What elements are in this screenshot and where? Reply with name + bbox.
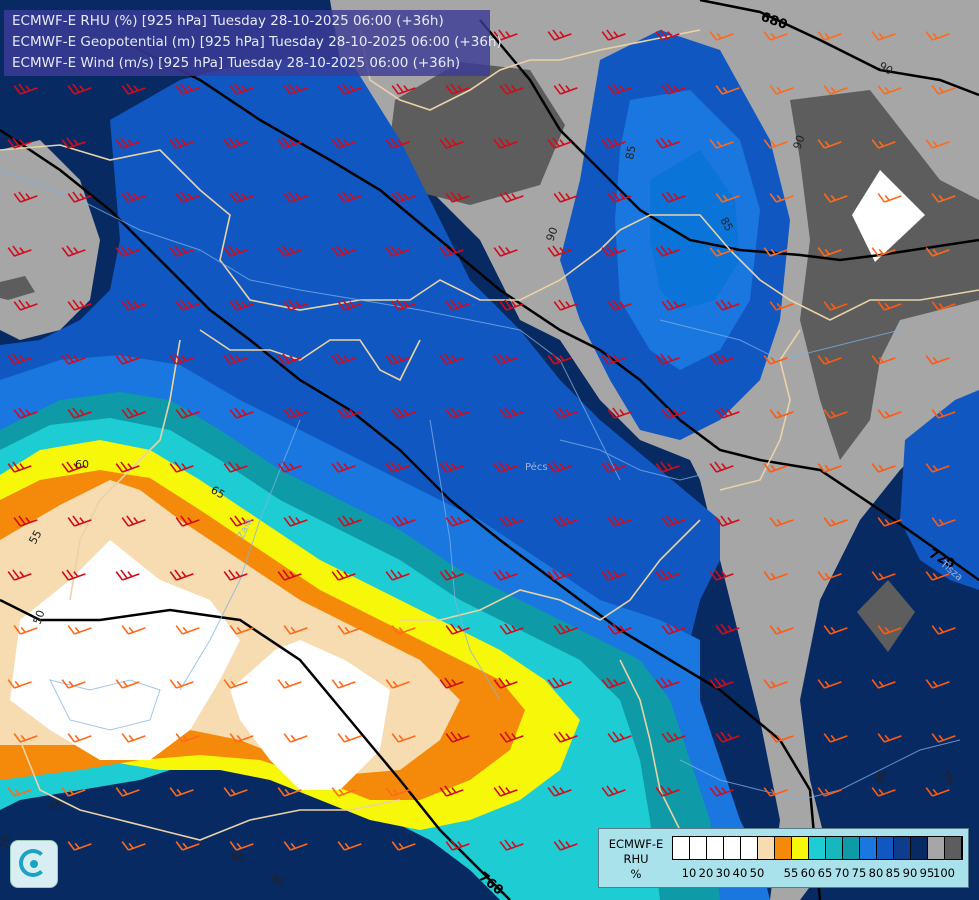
legend-tick-label: 75 [851,866,867,880]
legend-swatch [860,837,877,859]
legend-tick-label: 85 [885,866,901,880]
rhu-label: 80 [229,850,245,865]
legend-tick-label: 55 [783,866,799,880]
weather-map: 680 720 760 60 65 55 50 65 70 80 85 90 9… [0,0,979,900]
legend-tick-label: 10 [681,866,697,880]
legend-swatch [945,837,962,859]
legend-tick-label: 70 [834,866,850,880]
legend-tick-label: 30 [715,866,731,880]
legend-swatch [809,837,826,859]
legend-swatch [877,837,894,859]
legend-tick-label: 100 [933,866,955,880]
legend-tick-label: 80 [868,866,884,880]
legend-colorbar [672,836,963,860]
legend-swatch [894,837,911,859]
rhu-legend: ECMWF-E RHU % 10 20 30 40 50 55 60 65 70 75 80 85 90… [598,828,969,888]
legend-swatch [792,837,809,859]
legend-title: ECMWF-E RHU % [608,837,664,881]
legend-swatch [673,837,690,859]
legend-swatch [741,837,758,859]
legend-swatch [724,837,741,859]
legend-swatch [775,837,792,859]
rhu-title: ECMWF-E RHU (%) [925 hPa] Tuesday 28-10-… [12,13,444,29]
place-label: Pécs [525,461,548,473]
legend-tick-label: 65 [817,866,833,880]
legend-swatch [826,837,843,859]
legend-tick-label: 50 [749,866,765,880]
legend-swatch [758,837,775,859]
wind-title: ECMWF-E Wind (m/s) [925 hPa] Tuesday 28-… [12,55,461,71]
geopotential-title: ECMWF-E Geopotential (m) [925 hPa] Tuesd… [12,34,502,50]
legend-swatch [928,837,945,859]
rhu-label: 60 [75,458,89,471]
legend-tick-label: 60 [800,866,816,880]
legend-tick-label: 40 [732,866,748,880]
rhu-label: 85 [623,144,638,160]
map-header: ECMWF-E RHU (%) [925 hPa] Tuesday 28-10-… [4,10,502,76]
legend-swatch [911,837,928,859]
rhu-label: 65 [48,800,62,813]
ecmwf-logo-icon [10,840,58,888]
legend-swatch [843,837,860,859]
legend-tick-label: 90 [902,866,918,880]
legend-tick-label: 20 [698,866,714,880]
legend-swatch [707,837,724,859]
legend-swatch [690,837,707,859]
